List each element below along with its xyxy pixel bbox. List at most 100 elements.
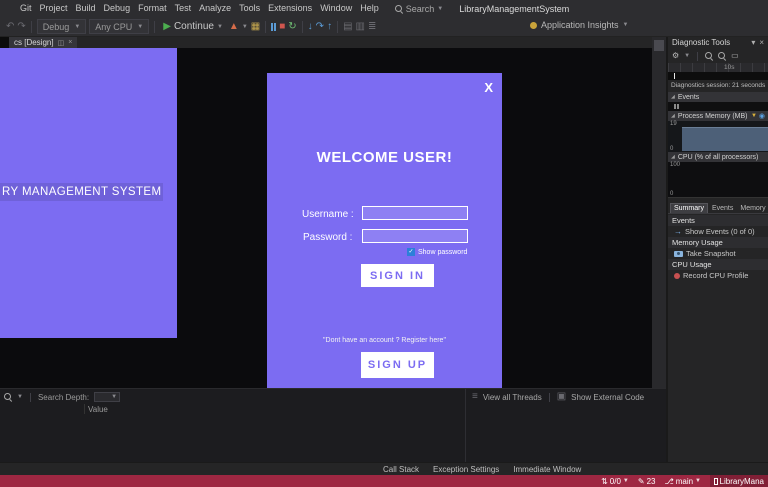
- bottom-tool-window: ▼ Search Depth: ▼ Value ≡ View all Threa…: [0, 388, 666, 463]
- events-section-header[interactable]: ◢ Events: [668, 92, 768, 102]
- toolbar-separator: [337, 20, 339, 33]
- timeline-tick: [674, 73, 675, 79]
- chevron-down-icon: ▼: [111, 394, 118, 400]
- visual-studio-window: Git Project Build Debug Format Test Anal…: [0, 0, 768, 487]
- memory-chart: 19 0: [668, 121, 768, 152]
- menu-help[interactable]: Help: [356, 0, 383, 17]
- menu-project[interactable]: Project: [36, 0, 72, 17]
- hot-reload-icon[interactable]: ▲: [229, 21, 239, 32]
- find-icon[interactable]: ▤: [343, 21, 352, 32]
- tab-events[interactable]: Events: [709, 204, 736, 213]
- menu-format[interactable]: Format: [134, 0, 171, 17]
- username-input[interactable]: [362, 206, 468, 220]
- watch-toolbar: ▼ Search Depth: ▼: [4, 391, 121, 403]
- solution-platform-dropdown[interactable]: Any CPU ▼: [89, 19, 150, 34]
- take-snapshot-link[interactable]: Take Snapshot: [674, 248, 736, 259]
- search-label: Search: [405, 3, 435, 14]
- view-all-threads-button[interactable]: View all Threads: [483, 393, 542, 402]
- memory-section-header[interactable]: ◢ Process Memory (MB) ▼ ◉: [668, 111, 768, 121]
- show-password-checkbox[interactable]: ✓ Show password: [407, 248, 467, 256]
- solution-configuration-dropdown[interactable]: Debug ▼: [36, 19, 87, 34]
- repository-icon: [714, 477, 718, 485]
- value-column-header[interactable]: Value: [88, 405, 108, 414]
- apply-code-changes-icon[interactable]: ▦: [251, 21, 260, 32]
- close-dialog-button[interactable]: X: [484, 80, 493, 95]
- chevron-down-icon: ▼: [74, 23, 81, 30]
- show-external-code-button[interactable]: Show External Code: [571, 393, 644, 402]
- session-timeline[interactable]: [668, 72, 768, 80]
- chevron-down-icon: ▼: [437, 5, 444, 12]
- chevron-down-icon: ▼: [622, 478, 629, 484]
- sign-in-button[interactable]: SIGN IN: [361, 264, 434, 287]
- zoom-in-icon[interactable]: [705, 52, 713, 60]
- search-depth-dropdown[interactable]: ▼: [94, 392, 121, 402]
- solution-explorer-icon[interactable]: ▥: [356, 21, 365, 32]
- editor-scrollbar[interactable]: [652, 37, 666, 388]
- collapse-triangle-icon: ◢: [671, 154, 675, 160]
- stop-debugging-icon[interactable]: ■: [279, 21, 285, 32]
- menu-build[interactable]: Build: [72, 0, 100, 17]
- menu-test[interactable]: Test: [171, 0, 196, 17]
- step-out-icon[interactable]: ↑: [327, 21, 332, 32]
- close-panel-icon[interactable]: ×: [759, 37, 764, 49]
- application-insights-button[interactable]: Application Insights ▼: [530, 20, 629, 30]
- app-main-window: RY MANAGEMENT SYSTEM: [0, 48, 177, 338]
- tab-label: cs [Design]: [14, 38, 54, 47]
- tab-design-view[interactable]: cs [Design] ◫ ×: [9, 37, 78, 48]
- menu-extensions[interactable]: Extensions: [264, 0, 316, 17]
- tab-immediate-window[interactable]: Immediate Window: [513, 465, 581, 474]
- restart-icon[interactable]: ↻: [288, 21, 296, 32]
- memory-usage-area: [682, 127, 768, 151]
- git-sync-status[interactable]: ⇅ 0/0 ▼: [601, 477, 629, 486]
- continue-button[interactable]: ▶ Continue ▼: [160, 21, 226, 32]
- scrollbar-thumb[interactable]: [654, 40, 664, 51]
- tab-call-stack[interactable]: Call Stack: [383, 465, 419, 474]
- record-icon: [674, 272, 680, 279]
- panel-title-bar: Diagnostic Tools ▾ ×: [668, 37, 768, 49]
- step-into-icon[interactable]: ↓: [308, 21, 313, 32]
- external-code-icon: ▣: [556, 391, 567, 402]
- menu-tools[interactable]: Tools: [235, 0, 264, 17]
- record-cpu-link[interactable]: Record CPU Profile: [674, 270, 748, 281]
- menu-git[interactable]: Git: [16, 0, 36, 17]
- menu-debug[interactable]: Debug: [100, 0, 135, 17]
- snapshot-indicator-icon[interactable]: ◉: [759, 112, 765, 120]
- zoom-out-icon[interactable]: [718, 52, 726, 60]
- pending-changes[interactable]: ✎ 23: [638, 477, 656, 486]
- register-hint: "Dont have an account ? Register here": [323, 337, 446, 344]
- properties-icon[interactable]: ≣: [368, 21, 376, 32]
- break-all-icon[interactable]: [271, 22, 277, 31]
- sign-up-button[interactable]: SIGN UP: [361, 352, 434, 378]
- tab-summary[interactable]: Summary: [670, 203, 708, 213]
- tab-exception-settings[interactable]: Exception Settings: [433, 465, 499, 474]
- split-view-icon[interactable]: ◫: [58, 39, 65, 47]
- reset-view-icon[interactable]: ▭: [731, 52, 739, 60]
- chevron-down-icon: ▼: [137, 23, 144, 30]
- chevron-down-icon[interactable]: ▾: [751, 37, 755, 49]
- chevron-down-icon: ▼: [17, 394, 23, 400]
- show-events-link[interactable]: → Show Events (0 of 0): [674, 226, 755, 237]
- navigate-backward-icon[interactable]: ↶: [6, 21, 14, 32]
- password-input[interactable]: [362, 229, 468, 243]
- search-icon[interactable]: [4, 393, 12, 401]
- close-tab-icon[interactable]: ×: [68, 39, 72, 46]
- step-over-icon[interactable]: ↷: [316, 21, 324, 32]
- quick-search-box[interactable]: Search ▼: [394, 3, 444, 14]
- filter-icon[interactable]: ▼: [751, 113, 757, 119]
- dialog-title: WELCOME USER!: [316, 149, 453, 166]
- git-branch-selector[interactable]: ⎇ main ▼: [664, 477, 701, 486]
- toolbar-separator: [29, 392, 31, 402]
- navigate-forward-icon[interactable]: ↷: [17, 21, 25, 32]
- chevron-down-icon: ▼: [622, 22, 629, 28]
- settings-gear-icon[interactable]: ⚙: [672, 52, 679, 60]
- panel-title: Diagnostic Tools: [672, 38, 731, 47]
- toolbar-separator: [30, 20, 32, 33]
- application-insights-icon: [530, 21, 537, 29]
- repository-selector[interactable]: LibraryMana: [710, 475, 768, 487]
- panel-splitter[interactable]: [465, 389, 466, 463]
- toolbar-separator: [548, 392, 550, 402]
- menu-analyze[interactable]: Analyze: [195, 0, 235, 17]
- cpu-section-header[interactable]: ◢ CPU (% of all processors): [668, 152, 768, 162]
- tab-memory-usage[interactable]: Memory Usage: [737, 204, 768, 213]
- menu-window[interactable]: Window: [316, 0, 356, 17]
